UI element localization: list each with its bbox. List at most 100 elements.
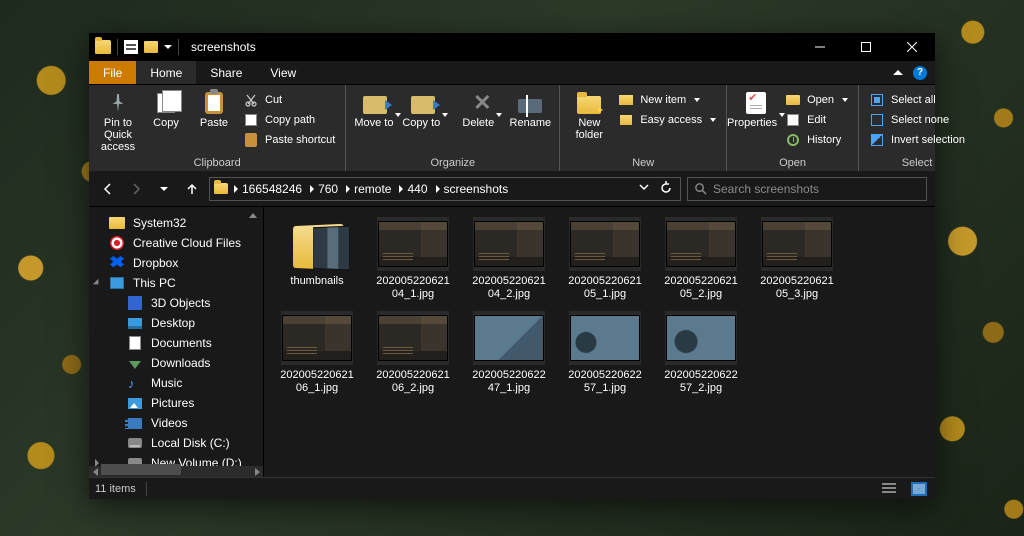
collapse-ribbon-icon[interactable]: [893, 70, 903, 75]
cut-button[interactable]: Cut: [239, 91, 339, 109]
invert-selection-button[interactable]: Invert selection: [865, 131, 969, 149]
desktop-icon: [127, 316, 143, 330]
file-item[interactable]: 20200522062257_2.jpg: [662, 311, 740, 395]
address-bar: 166548246 760 remote 440 screenshots Sea…: [89, 171, 935, 207]
select-none-button[interactable]: Select none: [865, 111, 969, 129]
sidebar-item-videos[interactable]: Videos: [89, 413, 263, 433]
file-item[interactable]: 20200522062105_2.jpg: [662, 217, 740, 301]
qat-newfolder-icon[interactable]: [144, 41, 158, 53]
ribbon-tabs: File Home Share View ?: [89, 61, 935, 85]
tab-share[interactable]: Share: [196, 61, 256, 84]
image-thumbnail: [761, 217, 833, 271]
breadcrumb[interactable]: 440: [397, 182, 429, 196]
sidebar-item-music[interactable]: ♪Music: [89, 373, 263, 393]
sidebar-item-label: Documents: [151, 336, 212, 350]
pin-quick-access-button[interactable]: Pin to Quick access: [95, 89, 141, 155]
sidebar-item-system32[interactable]: System32: [89, 213, 263, 233]
image-thumbnail: [377, 311, 449, 365]
copy-button[interactable]: Copy: [143, 89, 189, 131]
properties-button[interactable]: Properties: [733, 89, 779, 131]
maximize-button[interactable]: [843, 33, 889, 61]
sidebar-item-dropbox[interactable]: Dropbox: [89, 253, 263, 273]
sidebar-item-documents[interactable]: Documents: [89, 333, 263, 353]
cut-icon: [243, 92, 259, 108]
edit-button[interactable]: Edit: [781, 111, 852, 129]
pin-label: Pin to Quick access: [97, 117, 139, 153]
nav-forward-button[interactable]: [125, 178, 147, 200]
help-icon[interactable]: ?: [913, 66, 927, 80]
refresh-button[interactable]: [660, 181, 672, 196]
paste-shortcut-button[interactable]: Paste shortcut: [239, 131, 339, 149]
breadcrumb[interactable]: 760: [308, 182, 340, 196]
file-item[interactable]: 20200522062106_2.jpg: [374, 311, 452, 395]
paste-button[interactable]: Paste: [191, 89, 237, 131]
new-folder-label: New folder: [568, 117, 610, 141]
sidebar-item-local-disk-c-[interactable]: Local Disk (C:): [89, 433, 263, 453]
sidebar-item-creative-cloud-files[interactable]: Creative Cloud Files: [89, 233, 263, 253]
group-label-clipboard: Clipboard: [95, 155, 339, 169]
select-all-button[interactable]: Select all: [865, 91, 969, 109]
status-bar: 11 items: [89, 477, 935, 499]
file-item[interactable]: 20200522062104_2.jpg: [470, 217, 548, 301]
item-label: 20200522062105_2.jpg: [662, 275, 740, 301]
nav-up-button[interactable]: [181, 178, 203, 200]
new-item-icon: [618, 92, 634, 108]
file-item[interactable]: 20200522062247_1.jpg: [470, 311, 548, 395]
sidebar-item-pictures[interactable]: Pictures: [89, 393, 263, 413]
new-item-button[interactable]: New item: [614, 91, 720, 109]
new-folder-button[interactable]: ✦ New folder: [566, 89, 612, 143]
open-button[interactable]: Open: [781, 91, 852, 109]
open-icon: [785, 92, 801, 108]
tab-view[interactable]: View: [256, 61, 310, 84]
separator: [178, 39, 179, 55]
address-dropdown-icon[interactable]: [638, 181, 650, 196]
view-thumbnails-button[interactable]: [909, 481, 929, 497]
easy-access-button[interactable]: Easy access: [614, 111, 720, 129]
scrollbar-thumb[interactable]: [101, 464, 181, 475]
breadcrumb[interactable]: 166548246: [232, 182, 304, 196]
tab-home[interactable]: Home: [136, 61, 196, 84]
qat-customize-icon[interactable]: [164, 45, 172, 49]
sidebar-item-label: Pictures: [151, 396, 194, 410]
sidebar-item-label: Creative Cloud Files: [133, 236, 241, 250]
rename-button[interactable]: Rename: [507, 89, 553, 131]
move-to-button[interactable]: Move to: [352, 89, 398, 131]
close-button[interactable]: [889, 33, 935, 61]
history-button[interactable]: History: [781, 131, 852, 149]
drive-icon: [127, 436, 143, 450]
folder-item[interactable]: thumbnails: [278, 217, 356, 301]
chevron-down-icon: [160, 187, 168, 191]
scroll-right-icon[interactable]: [251, 466, 263, 477]
pics-icon: [127, 396, 143, 410]
breadcrumb[interactable]: remote: [344, 182, 393, 196]
item-label: 20200522062257_2.jpg: [662, 369, 740, 395]
copy-to-button[interactable]: Copy to: [400, 89, 446, 131]
delete-button[interactable]: ✕ Delete: [459, 89, 505, 131]
copy-path-button[interactable]: Copy path: [239, 111, 339, 129]
sidebar-item-downloads[interactable]: Downloads: [89, 353, 263, 373]
address-folder-icon: [214, 183, 228, 194]
file-item[interactable]: 20200522062105_1.jpg: [566, 217, 644, 301]
view-details-button[interactable]: [879, 481, 899, 497]
file-item[interactable]: 20200522062104_1.jpg: [374, 217, 452, 301]
expand-icon[interactable]: [93, 279, 101, 287]
address-field[interactable]: 166548246 760 remote 440 screenshots: [209, 177, 681, 201]
sidebar-item-3d-objects[interactable]: 3D Objects: [89, 293, 263, 313]
sidebar-scrollbar[interactable]: [89, 466, 263, 477]
scroll-left-icon[interactable]: [89, 466, 101, 477]
sidebar-item-this-pc[interactable]: This PC: [89, 273, 263, 293]
image-thumbnail: [473, 217, 545, 271]
qat-properties-icon[interactable]: [124, 40, 138, 54]
breadcrumb[interactable]: screenshots: [434, 182, 511, 196]
nav-recent-button[interactable]: [153, 178, 175, 200]
file-item[interactable]: 20200522062105_3.jpg: [758, 217, 836, 301]
nav-back-button[interactable]: [97, 178, 119, 200]
sidebar-item-label: Music: [151, 376, 182, 390]
file-item[interactable]: 20200522062106_1.jpg: [278, 311, 356, 395]
sidebar: System32 Creative Cloud Files DropboxThis …: [89, 207, 264, 477]
file-item[interactable]: 20200522062257_1.jpg: [566, 311, 644, 395]
minimize-button[interactable]: [797, 33, 843, 61]
sidebar-item-desktop[interactable]: Desktop: [89, 313, 263, 333]
tab-file[interactable]: File: [89, 61, 136, 84]
search-input[interactable]: Search screenshots: [687, 177, 927, 201]
